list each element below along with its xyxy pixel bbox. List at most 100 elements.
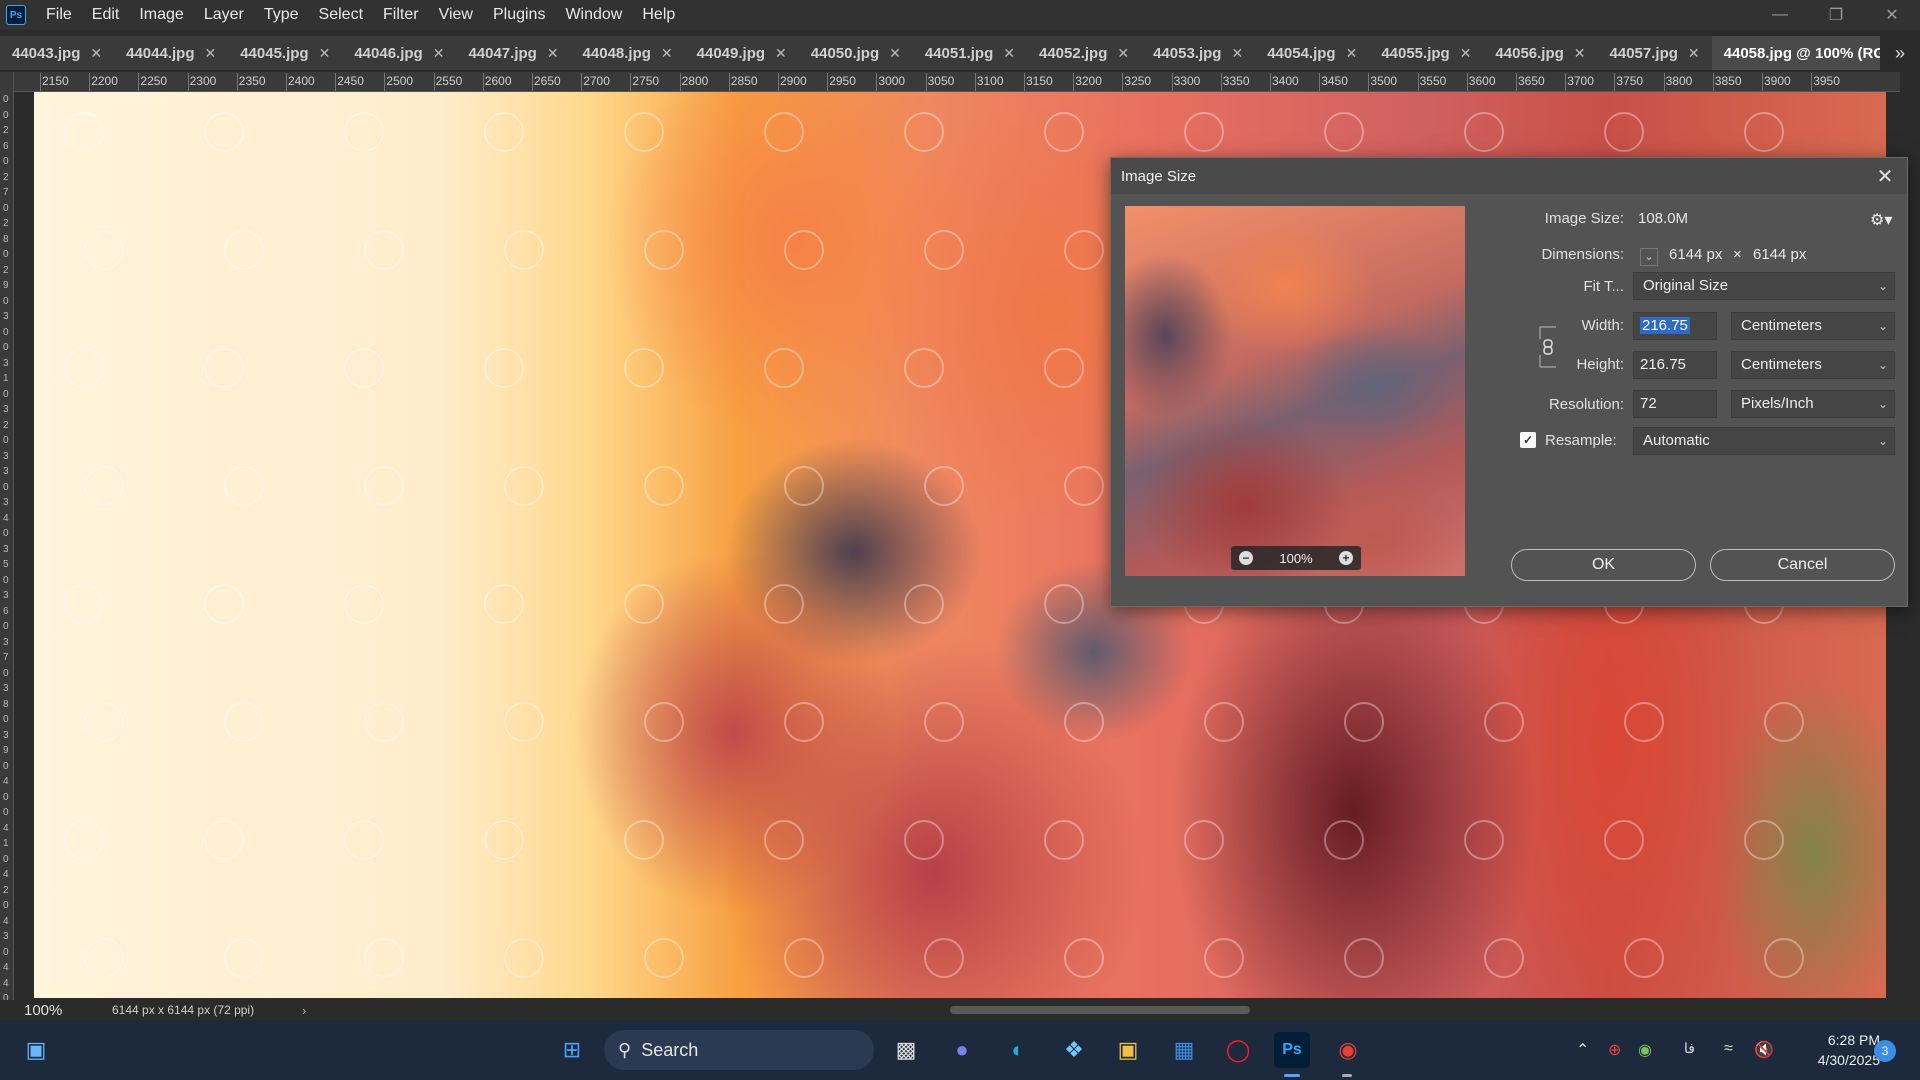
dimensions-dropdown-icon[interactable]: ⌄	[1640, 248, 1658, 266]
start-icon[interactable]: ⊞	[554, 1032, 590, 1068]
menu-help[interactable]: Help	[632, 0, 685, 30]
ok-button[interactable]: OK	[1511, 549, 1696, 581]
document-tab[interactable]: 44055.jpg ✕	[1369, 36, 1484, 70]
gear-icon[interactable]: ⚙▾	[1870, 210, 1892, 230]
document-tab[interactable]: 44053.jpg ✕	[1141, 36, 1256, 70]
tab-close-icon[interactable]: ✕	[204, 45, 216, 62]
tab-close-icon[interactable]: ✕	[433, 45, 445, 62]
zoom-out-icon[interactable]: −	[1239, 551, 1253, 565]
task-view-icon[interactable]: ▩	[888, 1032, 924, 1068]
volume-icon[interactable]: 🔇	[1754, 1040, 1774, 1060]
menu-file[interactable]: File	[36, 0, 82, 30]
cancel-button[interactable]: Cancel	[1710, 549, 1895, 581]
wifi-icon[interactable]: ≈	[1724, 1040, 1733, 1058]
width-unit-dropdown[interactable]: Centimeters ⌄	[1731, 312, 1895, 340]
meet-icon[interactable]: ●	[944, 1032, 980, 1068]
menu-filter[interactable]: Filter	[373, 0, 429, 30]
image-preview[interactable]: − 100% +	[1125, 206, 1465, 576]
opera-icon[interactable]: ◯	[1220, 1032, 1256, 1068]
document-tab[interactable]: 44056.jpg ✕	[1483, 36, 1598, 70]
watermark-icon	[1744, 820, 1784, 860]
tab-close-icon[interactable]: ✕	[1003, 45, 1015, 62]
tab-close-icon[interactable]: ✕	[1460, 45, 1472, 62]
menu-edit[interactable]: Edit	[82, 0, 130, 30]
watermark-icon	[364, 466, 404, 506]
ruler-label: 2400	[288, 74, 315, 88]
document-tab[interactable]: 44054.jpg ✕	[1255, 36, 1370, 70]
close-icon[interactable]: ✕	[1864, 0, 1920, 30]
menu-view[interactable]: View	[429, 0, 483, 30]
document-tab[interactable]: 44047.jpg ✕	[456, 36, 571, 70]
preview-zoom-value: 100%	[1279, 550, 1313, 566]
edge-icon[interactable]: ◐	[1000, 1032, 1036, 1068]
language-indicator[interactable]: فا	[1684, 1040, 1695, 1057]
document-tab[interactable]: 44048.jpg ✕	[570, 36, 685, 70]
resample-dropdown[interactable]: Automatic ⌄	[1633, 427, 1895, 455]
copilot-icon[interactable]: ❖	[1056, 1032, 1092, 1068]
ruler-tick	[1614, 73, 1616, 91]
restore-icon[interactable]: ❐	[1808, 0, 1864, 30]
taskbar-search-box[interactable]: ⚲ Search	[604, 1030, 874, 1070]
notification-badge[interactable]: 3	[1874, 1040, 1896, 1062]
windows-taskbar: ▣ ⊞ ⚲ Search ▩ ● ◐ ❖ ▣ ▦ ◯ Ps ◉ ⌃ ⊕ ◉ فا…	[0, 1020, 1920, 1080]
document-tab[interactable]: 44043.jpg ✕	[0, 36, 115, 70]
document-tab[interactable]: 44050.jpg ✕	[798, 36, 913, 70]
tab-close-icon[interactable]: ✕	[1688, 45, 1700, 62]
document-tab[interactable]: 44052.jpg ✕	[1026, 36, 1142, 70]
menu-image[interactable]: Image	[129, 0, 193, 30]
fit-to-dropdown[interactable]: Original Size ⌄	[1633, 272, 1895, 300]
watermark-icon	[364, 938, 404, 978]
document-tab[interactable]: 44046.jpg ✕	[342, 36, 457, 70]
menu-plugins[interactable]: Plugins	[483, 0, 555, 30]
resample-checkbox[interactable]: ✓	[1520, 432, 1536, 448]
tab-close-icon[interactable]: ✕	[661, 45, 673, 62]
ruler-tick	[335, 73, 337, 91]
zoom-in-icon[interactable]: +	[1339, 551, 1353, 565]
scrollbar-thumb[interactable]	[950, 1006, 1250, 1014]
photoshop-icon[interactable]: Ps	[1274, 1032, 1310, 1068]
ruler-label: 2450	[337, 74, 364, 88]
resolution-unit-dropdown[interactable]: Pixels/Inch ⌄	[1731, 390, 1895, 418]
minimize-icon[interactable]: —	[1752, 0, 1808, 30]
tab-close-icon[interactable]: ✕	[1117, 45, 1129, 62]
file-explorer-icon[interactable]: ▣	[1110, 1032, 1146, 1068]
document-tab[interactable]: 44057.jpg ✕	[1597, 36, 1712, 70]
taskbar-clock[interactable]: 6:28 PM 4/30/2025	[1790, 1030, 1880, 1070]
menu-window[interactable]: Window	[555, 0, 632, 30]
tab-close-icon[interactable]: ✕	[319, 45, 331, 62]
menu-layer[interactable]: Layer	[194, 0, 254, 30]
watermark-icon	[344, 584, 384, 624]
status-zoom[interactable]: 100%	[24, 1002, 104, 1019]
height-input[interactable]: 216.75	[1633, 351, 1717, 379]
tab-close-icon[interactable]: ✕	[547, 45, 559, 62]
network-app-icon[interactable]: ◉	[1638, 1040, 1652, 1060]
document-tab[interactable]: 44049.jpg ✕	[684, 36, 799, 70]
dialog-titlebar[interactable]: Image Size ✕	[1111, 158, 1907, 194]
horizontal-scrollbar[interactable]	[310, 1004, 1880, 1016]
tab-close-icon[interactable]: ✕	[90, 45, 102, 62]
menu-select[interactable]: Select	[309, 0, 373, 30]
document-tab[interactable]: 44051.jpg ✕	[912, 36, 1027, 70]
tab-close-icon[interactable]: ✕	[1346, 45, 1358, 62]
chrome-icon[interactable]: ◉	[1330, 1032, 1366, 1068]
vpn-icon[interactable]: ⊕	[1608, 1040, 1621, 1060]
chevron-up-icon[interactable]: ⌃	[1576, 1040, 1589, 1060]
tab-close-icon[interactable]: ✕	[889, 45, 901, 62]
photoshop-logo-icon[interactable]: Ps	[6, 5, 26, 25]
status-menu-arrow-icon[interactable]: ›	[302, 1003, 306, 1018]
document-tab[interactable]: 44045.jpg ✕	[228, 36, 343, 70]
width-input[interactable]: 216.75	[1633, 312, 1717, 340]
running-app-indicator	[1342, 1074, 1352, 1077]
widgets-icon[interactable]: ▣	[18, 1032, 54, 1068]
resolution-input[interactable]: 72	[1633, 390, 1717, 418]
store-icon[interactable]: ▦	[1166, 1032, 1202, 1068]
tab-close-icon[interactable]: ✕	[775, 45, 787, 62]
resolution-unit-value: Pixels/Inch	[1741, 395, 1814, 412]
tab-close-icon[interactable]: ✕	[1574, 45, 1586, 62]
menu-type[interactable]: Type	[254, 0, 309, 30]
tab-overflow-icon[interactable]: »	[1880, 36, 1920, 70]
tab-close-icon[interactable]: ✕	[1231, 45, 1243, 62]
close-icon[interactable]: ✕	[1873, 164, 1897, 188]
document-tab[interactable]: 44044.jpg ✕	[114, 36, 229, 70]
height-unit-dropdown[interactable]: Centimeters ⌄	[1731, 351, 1895, 379]
